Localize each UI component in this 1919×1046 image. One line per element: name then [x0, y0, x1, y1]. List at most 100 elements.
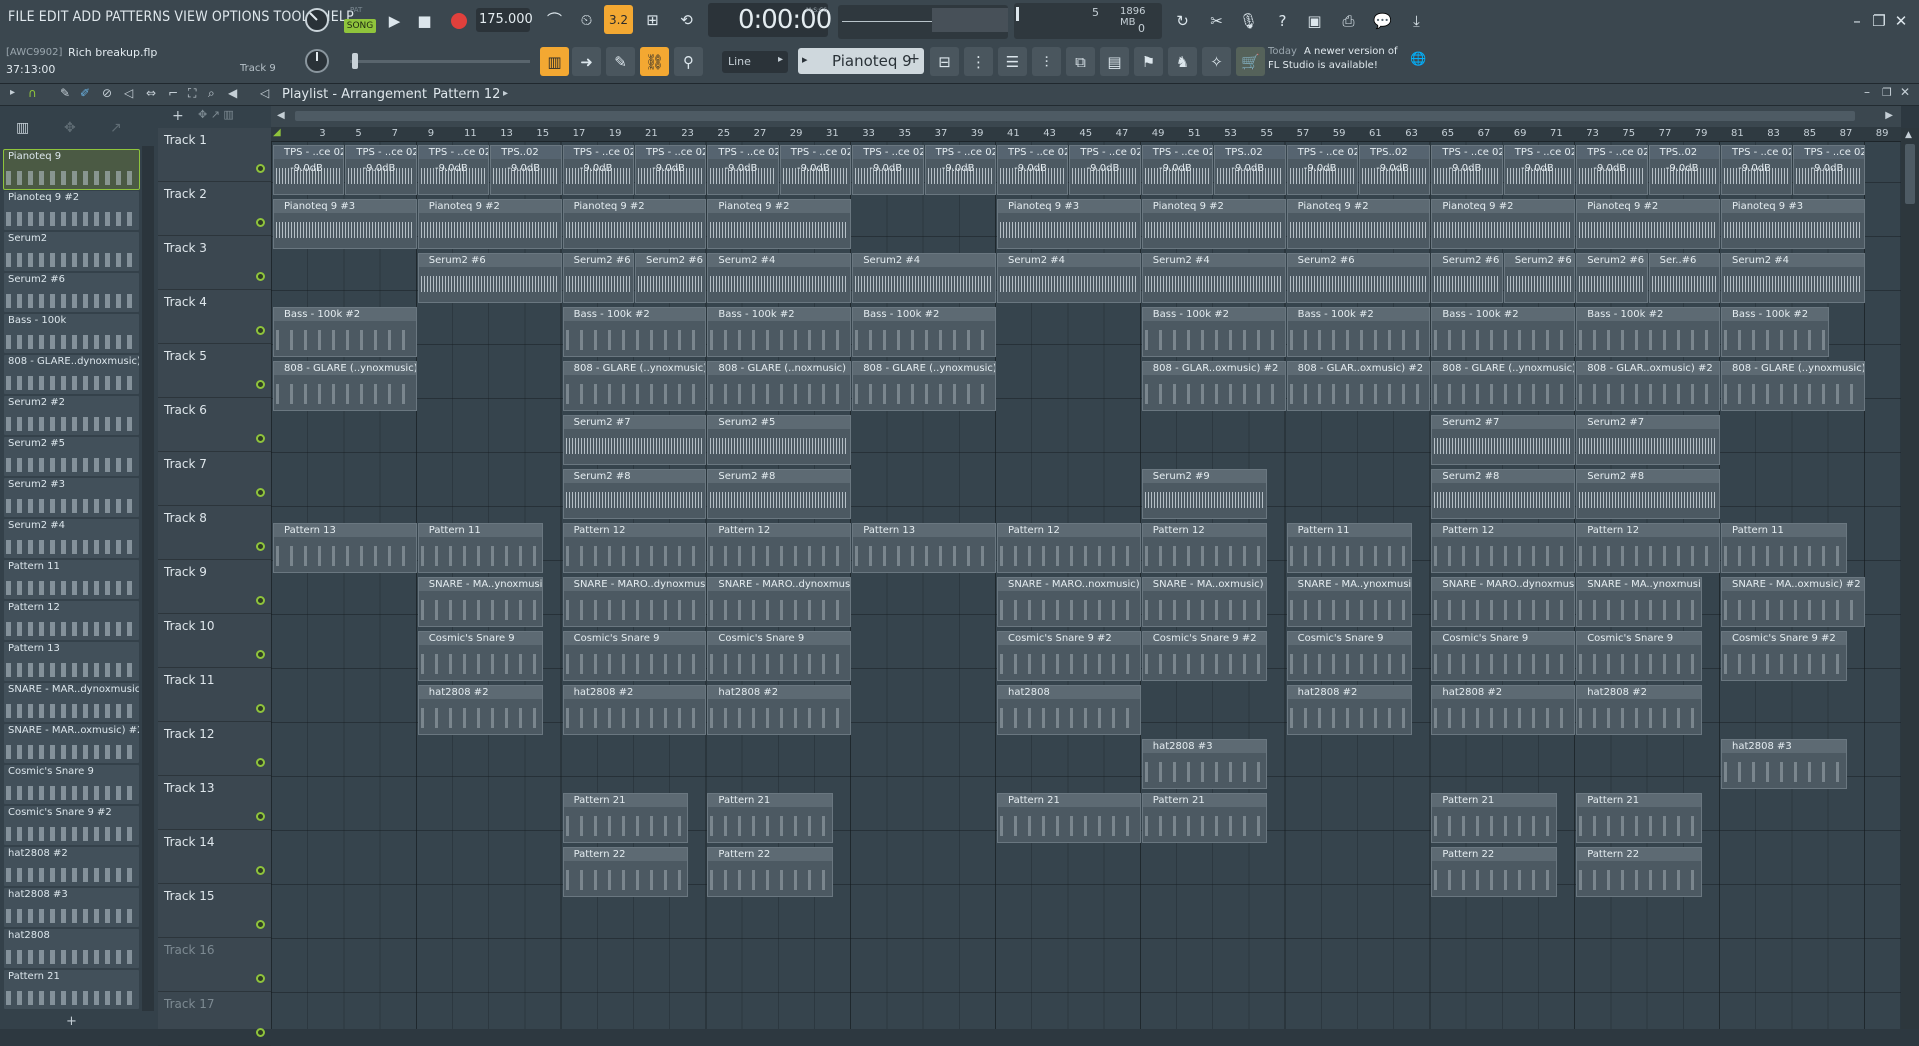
tempo-display[interactable]: 175.000 [476, 8, 533, 32]
playlist-clip[interactable]: Pianoteq 9 #3 [997, 199, 1141, 249]
paint-tool-icon[interactable]: ✎ [60, 86, 70, 100]
playlist-clip[interactable]: hat2808 [997, 685, 1141, 735]
scroll-thumb[interactable] [295, 111, 1855, 121]
timeline-ruler[interactable]: ◢ 3 5 7 9 11 13 15 17 19 21 23 25 27 29 31 33 35 37 39 41 43… [271, 127, 1901, 142]
pat-song-switch[interactable]: PAT SONG [344, 5, 376, 35]
playlist-clip[interactable]: TPS - ..ce 02-9.0dB [562, 145, 634, 195]
playlist-clip[interactable]: Pattern 12 [1576, 523, 1720, 573]
playlist-clip[interactable]: Pattern 12 [1141, 523, 1268, 573]
track-mute-led-icon[interactable] [256, 272, 265, 281]
playlist-clip[interactable]: Pianoteq 9 #2 [1286, 199, 1431, 249]
playlist-clip[interactable]: Pianoteq 9 #2 [562, 199, 707, 249]
picker-item[interactable]: Pattern 21 [4, 970, 139, 1009]
track-mute-led-icon[interactable] [256, 704, 265, 713]
playlist-clip[interactable]: TPS - ..ce 02-9.0dB [1431, 145, 1503, 195]
playlist-clip[interactable]: Serum2 #8 [562, 469, 707, 519]
save-icon[interactable]: ▣ [1300, 6, 1329, 35]
window-close-icon[interactable]: ✕ [1900, 85, 1910, 99]
playlist-clip[interactable]: TPS..02-9.0dB [490, 145, 562, 195]
track-mute-led-icon[interactable] [256, 974, 265, 983]
picker-item[interactable]: Serum2 #5 [4, 437, 139, 476]
playlist-clip[interactable]: Serum2 #7 [562, 415, 707, 465]
loop-record-icon[interactable]: ⟲ [672, 5, 701, 34]
horizontal-scrollbar[interactable]: ◀ ▶ [271, 106, 1901, 127]
playlist-menu-arrow-icon[interactable]: ▸ [10, 87, 15, 98]
playlist-clip[interactable]: Cosmic's Snare 9 [707, 631, 852, 681]
scroll-right-icon[interactable]: ▶ [1885, 110, 1893, 121]
playlist-clip[interactable]: TPS..02-9.0dB [1648, 145, 1720, 195]
playlist-clip[interactable]: Bass - 100k #2 [1286, 307, 1431, 357]
microphone-icon[interactable]: 🎙 [1234, 6, 1263, 35]
playlist-clip[interactable]: Serum2 #6 [1431, 253, 1503, 303]
playlist-clip[interactable]: SNARE - MARO..noxmusic) #2 [997, 577, 1141, 627]
undo-icon[interactable]: ↻ [1168, 6, 1197, 35]
playlist-clip[interactable]: Pattern 11 [1721, 523, 1847, 573]
playlist-clip[interactable]: Pattern 12 [997, 523, 1141, 573]
playlist-clip[interactable]: SNARE - MA..ynoxmusic) [417, 577, 544, 627]
slice-tool-icon[interactable]: ⌐ [168, 86, 178, 100]
playlist-clip[interactable]: hat2808 #2 [562, 685, 707, 735]
stamp-icon[interactable]: ⚲ [674, 47, 703, 76]
playlist-clip[interactable]: TPS..02-9.0dB [1359, 145, 1431, 195]
pitch-slider[interactable] [350, 53, 530, 69]
playlist-clip[interactable]: TPS - ..ce 02-9.0dB [997, 145, 1069, 195]
channel-selector[interactable]: ▸ Pianoteq 9 + [798, 48, 924, 74]
picker-audio-icon[interactable]: ✥ [64, 120, 76, 136]
picker-item[interactable]: Serum2 #3 [4, 478, 139, 517]
playlist-clip[interactable]: Pattern 22 [562, 847, 689, 897]
track-mute-led-icon[interactable] [256, 542, 265, 551]
window-maximize-icon[interactable]: ❐ [1882, 86, 1892, 99]
track-mute-led-icon[interactable] [256, 1028, 265, 1037]
menu-patterns[interactable]: PATTERNS [105, 9, 170, 25]
playlist-clip[interactable]: Serum2 #4 [1141, 253, 1286, 303]
playlist-clip[interactable]: TPS - ..ce 02-9.0dB [924, 145, 996, 195]
playlist-clip[interactable]: hat2808 #2 [1576, 685, 1702, 735]
plugin-icon[interactable]: ⚑ [1134, 47, 1163, 76]
playlist-clip[interactable]: Serum2 #6 [1576, 253, 1648, 303]
track-header[interactable]: Track 6 [158, 398, 271, 452]
playlist-clip[interactable]: hat2808 #2 [1431, 685, 1576, 735]
playlist-clip[interactable]: Pattern 21 [1431, 793, 1558, 843]
mixer-icon[interactable]: ⊟ [930, 47, 959, 76]
playlist-clip[interactable]: Bass - 100k #2 [273, 307, 417, 357]
picker-automation-icon[interactable]: ↗ [110, 120, 122, 136]
playlist-clip[interactable]: TPS - ..ce 02-9.0dB [1503, 145, 1576, 195]
metronome-icon[interactable]: ⌒ [540, 5, 569, 34]
playlist-clip[interactable]: TPS - ..ce 02-9.0dB [417, 145, 490, 195]
playlist-clip[interactable]: TPS - ..ce 02-9.0dB [779, 145, 852, 195]
playlist-clip[interactable]: hat2808 #3 [1141, 739, 1268, 789]
track-header[interactable]: Track 10 [158, 614, 271, 668]
playlist-clip[interactable]: SNARE - MA..oxmusic) #2 [1721, 577, 1865, 627]
picker-scrollbar[interactable] [142, 146, 154, 1011]
playlist-clip[interactable]: Pattern 12 [1431, 523, 1576, 573]
picker-item[interactable]: Pianoteq 9 #2 [4, 191, 139, 230]
picker-item[interactable]: Cosmic's Snare 9 [4, 765, 139, 804]
snap-dropdown[interactable]: Line ▸ [722, 51, 788, 73]
master-pitch-knob[interactable] [302, 46, 331, 75]
playlist-clip[interactable]: SNARE - MA..ynoxmusic) [1286, 577, 1413, 627]
playlist-clip[interactable]: Serum2 #4 [852, 253, 996, 303]
playlist-clip[interactable]: Pianoteq 9 #3 [1721, 199, 1865, 249]
help-icon[interactable]: ? [1268, 6, 1297, 35]
chat-icon[interactable]: 💬 [1368, 6, 1397, 35]
picker-add-icon[interactable]: + [66, 1014, 77, 1029]
playlist-clip[interactable]: Pattern 22 [707, 847, 834, 897]
playlist-clip[interactable]: Serum2 #9 [1141, 469, 1268, 519]
playlist-clip[interactable]: Pattern 22 [1576, 847, 1702, 897]
browser-icon[interactable]: ⧉ [1066, 47, 1095, 76]
record-icon[interactable] [444, 6, 473, 35]
cart-icon[interactable]: 🛒 [1236, 47, 1265, 76]
picker-item[interactable]: Bass - 100k [4, 314, 139, 353]
track-mute-led-icon[interactable] [256, 326, 265, 335]
picker-item[interactable]: hat2808 [4, 929, 139, 968]
playlist-clip[interactable]: Bass - 100k #2 [1431, 307, 1576, 357]
add-icon[interactable]: + [908, 51, 920, 67]
track-mute-led-icon[interactable] [256, 488, 265, 497]
mute-tool-icon[interactable]: ◁ [124, 86, 133, 100]
playlist-clip[interactable]: Pianoteq 9 #2 [1431, 199, 1576, 249]
playlist-clip[interactable]: Pattern 21 [1141, 793, 1268, 843]
ai-icon[interactable]: ✧ [1202, 47, 1231, 76]
track-header[interactable]: Track 17 [158, 992, 271, 1046]
picker-item[interactable]: Pianoteq 9 [3, 149, 140, 190]
playlist-clip[interactable]: Bass - 100k #2 [1721, 307, 1829, 357]
